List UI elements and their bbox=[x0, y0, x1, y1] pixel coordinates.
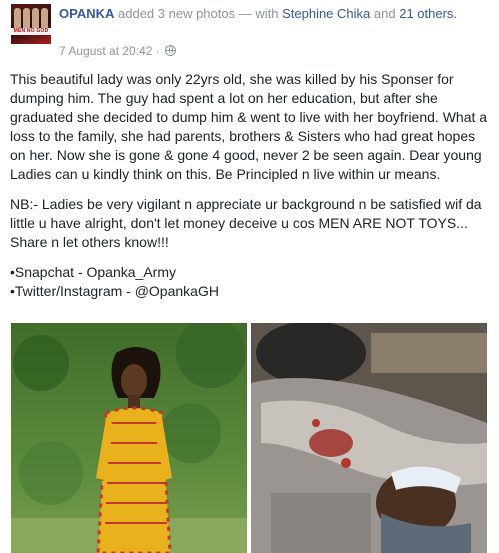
post-paragraph: NB:- Ladies be very vigilant n appreciat… bbox=[10, 196, 482, 250]
with-prefix: — with bbox=[238, 6, 279, 21]
photo-woman-image bbox=[11, 323, 247, 553]
avatar-figure bbox=[23, 8, 30, 30]
photo-grid bbox=[11, 323, 487, 553]
author-avatar[interactable]: MEN NO GOD bbox=[11, 4, 51, 44]
post-timestamp[interactable]: 7 August at 20:42 bbox=[59, 44, 152, 58]
post-action: added 3 new photos bbox=[118, 6, 236, 21]
globe-icon[interactable] bbox=[165, 45, 177, 56]
and-word: and bbox=[373, 6, 396, 21]
facebook-post: MEN NO GOD OPANKA added 3 new photos — w… bbox=[0, 0, 499, 553]
twitter-instagram-line: •Twitter/Instagram - @OpankaGH bbox=[10, 283, 219, 299]
post-body: This beautiful lady was only 22yrs old, … bbox=[10, 70, 492, 301]
photo-victim-image bbox=[251, 323, 487, 553]
author-name-link[interactable]: OPANKA bbox=[59, 6, 114, 21]
post-headline: OPANKA added 3 new photos — with Stephin… bbox=[59, 5, 489, 23]
photo-victim[interactable] bbox=[251, 323, 487, 553]
post-header: MEN NO GOD OPANKA added 3 new photos — w… bbox=[0, 0, 499, 64]
meta-separator: · bbox=[155, 44, 160, 58]
avatar-text: MEN NO GOD bbox=[13, 28, 49, 34]
snapchat-line: •Snapchat - Opanka_Army bbox=[10, 264, 176, 280]
post-paragraph: This beautiful lady was only 22yrs old, … bbox=[10, 71, 488, 182]
avatar-figure bbox=[32, 8, 39, 30]
avatar-figure bbox=[41, 8, 48, 30]
post-meta: 7 August at 20:42 · bbox=[59, 43, 177, 59]
avatar-figure bbox=[14, 8, 21, 30]
tagged-person-link[interactable]: Stephine Chika bbox=[282, 6, 370, 21]
photo-woman[interactable] bbox=[11, 323, 247, 553]
others-link[interactable]: 21 others. bbox=[399, 6, 457, 21]
